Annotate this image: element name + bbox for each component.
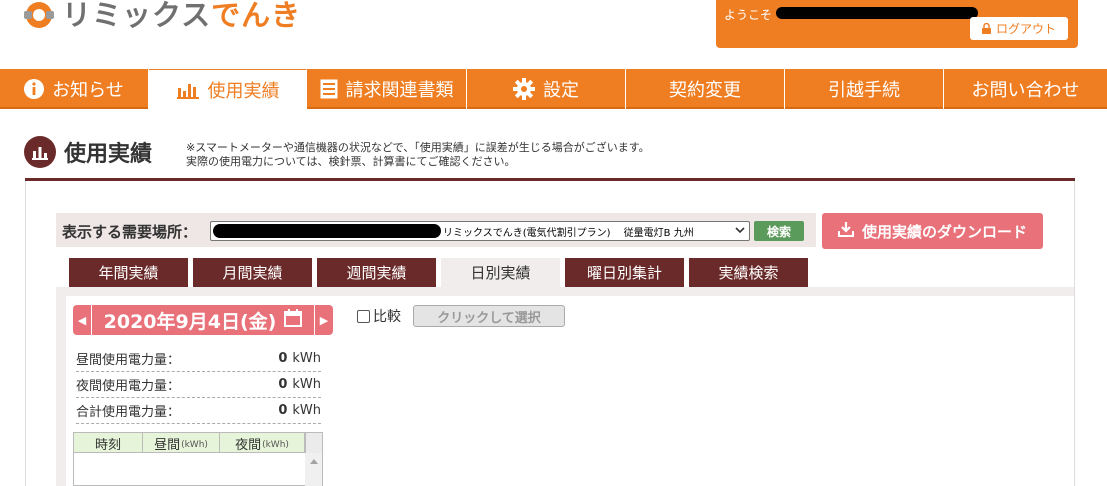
col-night-label: 夜間 bbox=[235, 437, 262, 453]
redacted-address bbox=[213, 224, 441, 238]
col-time-label: 時刻 bbox=[94, 437, 121, 453]
logout-label: ログアウト bbox=[995, 22, 1056, 36]
stat-daytime: 昼間使用電力量： 0 kWh bbox=[76, 346, 321, 372]
table-scrollbar[interactable] bbox=[305, 453, 322, 486]
col-night: 夜間 (kWh) bbox=[220, 433, 305, 453]
compare-checkbox[interactable] bbox=[357, 309, 370, 323]
main-nav: お知らせ 使用実績 請求関連書類 設定 契約変更 引越手続 お問い合わせ bbox=[0, 69, 1107, 109]
stat-daytime-label: 昼間使用電力量： bbox=[76, 353, 181, 368]
tab-weekly[interactable]: 週間実績 bbox=[317, 258, 436, 287]
download-usage-label: 使用実績のダウンロード bbox=[861, 222, 1027, 241]
bar-chart-icon bbox=[176, 80, 200, 100]
stat-nighttime-value: 0 bbox=[278, 377, 288, 392]
tab-daily[interactable]: 日別実績 bbox=[441, 258, 560, 287]
date-selector: ◀ 2020年9月4日(金) ▶ bbox=[73, 305, 333, 335]
nav-label-billing-docs: 請求関連書類 bbox=[345, 80, 454, 101]
page: リミックスでんき ようこそ ログアウト お知らせ 使用実績 請求関連書類 設定 … bbox=[0, 0, 1107, 486]
logo-text-b: でんき bbox=[211, 0, 302, 32]
tab-yearly[interactable]: 年間実績 bbox=[69, 258, 188, 287]
page-title-text: 使用実績 bbox=[64, 142, 153, 167]
redacted-username bbox=[776, 7, 978, 19]
col-time: 時刻 bbox=[74, 433, 143, 453]
place-select[interactable]: リミックスでんき(電気代割引プラン) 従量電灯B 九州 bbox=[210, 221, 750, 241]
user-box: ようこそ ログアウト bbox=[716, 0, 1078, 48]
nav-label-contract-change: 契約変更 bbox=[669, 80, 741, 101]
stat-total: 合計使用電力量： 0 kWh bbox=[76, 398, 321, 424]
usage-note-line-1: ※スマートメーターや通信機器の状況などで、「使用実績」に誤差が生じる場合がござい… bbox=[186, 141, 650, 154]
nav-label-contact: お問い合わせ bbox=[971, 80, 1080, 101]
logo-text-a: リミックス bbox=[62, 0, 212, 32]
chevron-down-icon bbox=[735, 225, 745, 238]
page-title: 使用実績 bbox=[24, 136, 152, 168]
nav-item-settings[interactable]: 設定 bbox=[467, 69, 626, 109]
nav-label-news: お知らせ bbox=[52, 80, 124, 101]
col-day-unit: (kWh) bbox=[181, 440, 208, 450]
next-day-button[interactable]: ▶ bbox=[315, 314, 333, 327]
bar-chart-icon bbox=[24, 136, 56, 168]
nav-item-moving[interactable]: 引越手続 bbox=[785, 69, 944, 109]
stat-total-value: 0 bbox=[278, 403, 288, 418]
nav-item-news[interactable]: お知らせ bbox=[0, 69, 149, 109]
gear-icon bbox=[513, 78, 535, 100]
nav-label-settings: 設定 bbox=[543, 80, 579, 101]
place-bar: 表示する需要場所： リミックスでんき(電気代割引プラン) 従量電灯B 九州 検索 bbox=[56, 213, 816, 247]
scrollbar-header-corner bbox=[305, 433, 322, 453]
scroll-up-icon[interactable] bbox=[310, 459, 318, 464]
place-select-value: リミックスでんき(電気代割引プラン) 従量電灯B 九州 bbox=[443, 227, 694, 239]
lock-icon bbox=[981, 23, 991, 34]
hourly-table: 時刻 昼間 (kWh) 夜間 (kWh) bbox=[73, 432, 323, 486]
download-icon bbox=[837, 221, 854, 241]
usage-note: ※スマートメーターや通信機器の状況などで、「使用実績」に誤差が生じる場合がござい… bbox=[186, 141, 650, 169]
compare-select-button[interactable]: クリックして選択 bbox=[413, 305, 565, 327]
hourly-table-header: 時刻 昼間 (kWh) 夜間 (kWh) bbox=[74, 433, 322, 453]
usage-note-line-2: 実際の使用電力については、検針票、計算書にてご確認ください。 bbox=[186, 155, 516, 168]
stat-daytime-value: 0 bbox=[278, 351, 288, 366]
date-picker[interactable]: 2020年9月4日(金) bbox=[91, 305, 315, 335]
logo-text: リミックスでんき bbox=[62, 0, 301, 34]
compare-label: 比較 bbox=[373, 309, 401, 325]
document-icon bbox=[320, 79, 338, 99]
logo[interactable]: リミックスでんき bbox=[22, 0, 301, 38]
nav-label-usage: 使用実績 bbox=[207, 80, 280, 102]
search-button[interactable]: 検索 bbox=[754, 221, 804, 241]
tab-monthly[interactable]: 月間実績 bbox=[193, 258, 312, 287]
stat-total-unit: kWh bbox=[292, 403, 321, 418]
place-label: 表示する需要場所： bbox=[62, 223, 198, 241]
nav-item-contract-change[interactable]: 契約変更 bbox=[626, 69, 785, 109]
tab-usage-search[interactable]: 実績検索 bbox=[689, 258, 808, 287]
stat-daytime-unit: kWh bbox=[292, 351, 321, 366]
col-day: 昼間 (kWh) bbox=[143, 433, 220, 453]
col-night-unit: (kWh) bbox=[262, 440, 289, 450]
download-usage-button[interactable]: 使用実績のダウンロード bbox=[822, 213, 1043, 249]
stat-nighttime-unit: kWh bbox=[292, 377, 321, 392]
stat-nighttime-label: 夜間使用電力量： bbox=[76, 379, 181, 394]
stat-total-label: 合計使用電力量： bbox=[76, 405, 181, 420]
stat-nighttime: 夜間使用電力量： 0 kWh bbox=[76, 372, 321, 398]
info-icon bbox=[24, 79, 45, 99]
logo-plug-icon bbox=[24, 2, 54, 28]
date-label: 2020年9月4日(金) bbox=[103, 310, 277, 333]
col-day-label: 昼間 bbox=[154, 437, 181, 453]
welcome-text: ようこそ bbox=[724, 8, 773, 22]
prev-day-button[interactable]: ◀ bbox=[73, 314, 91, 327]
period-tabs: 年間実績 月間実績 週間実績 日別実績 曜日別集計 実績検索 bbox=[69, 258, 808, 287]
nav-label-moving: 引越手続 bbox=[828, 80, 900, 101]
nav-item-usage[interactable]: 使用実績 bbox=[149, 69, 307, 109]
tab-weekday-summary[interactable]: 曜日別集計 bbox=[565, 258, 684, 287]
logout-button[interactable]: ログアウト bbox=[970, 17, 1068, 40]
nav-item-contact[interactable]: お問い合わせ bbox=[944, 69, 1107, 109]
calendar-icon bbox=[284, 308, 303, 332]
nav-item-billing-docs[interactable]: 請求関連書類 bbox=[307, 69, 467, 109]
compare-toggle[interactable]: 比較 bbox=[357, 306, 401, 326]
